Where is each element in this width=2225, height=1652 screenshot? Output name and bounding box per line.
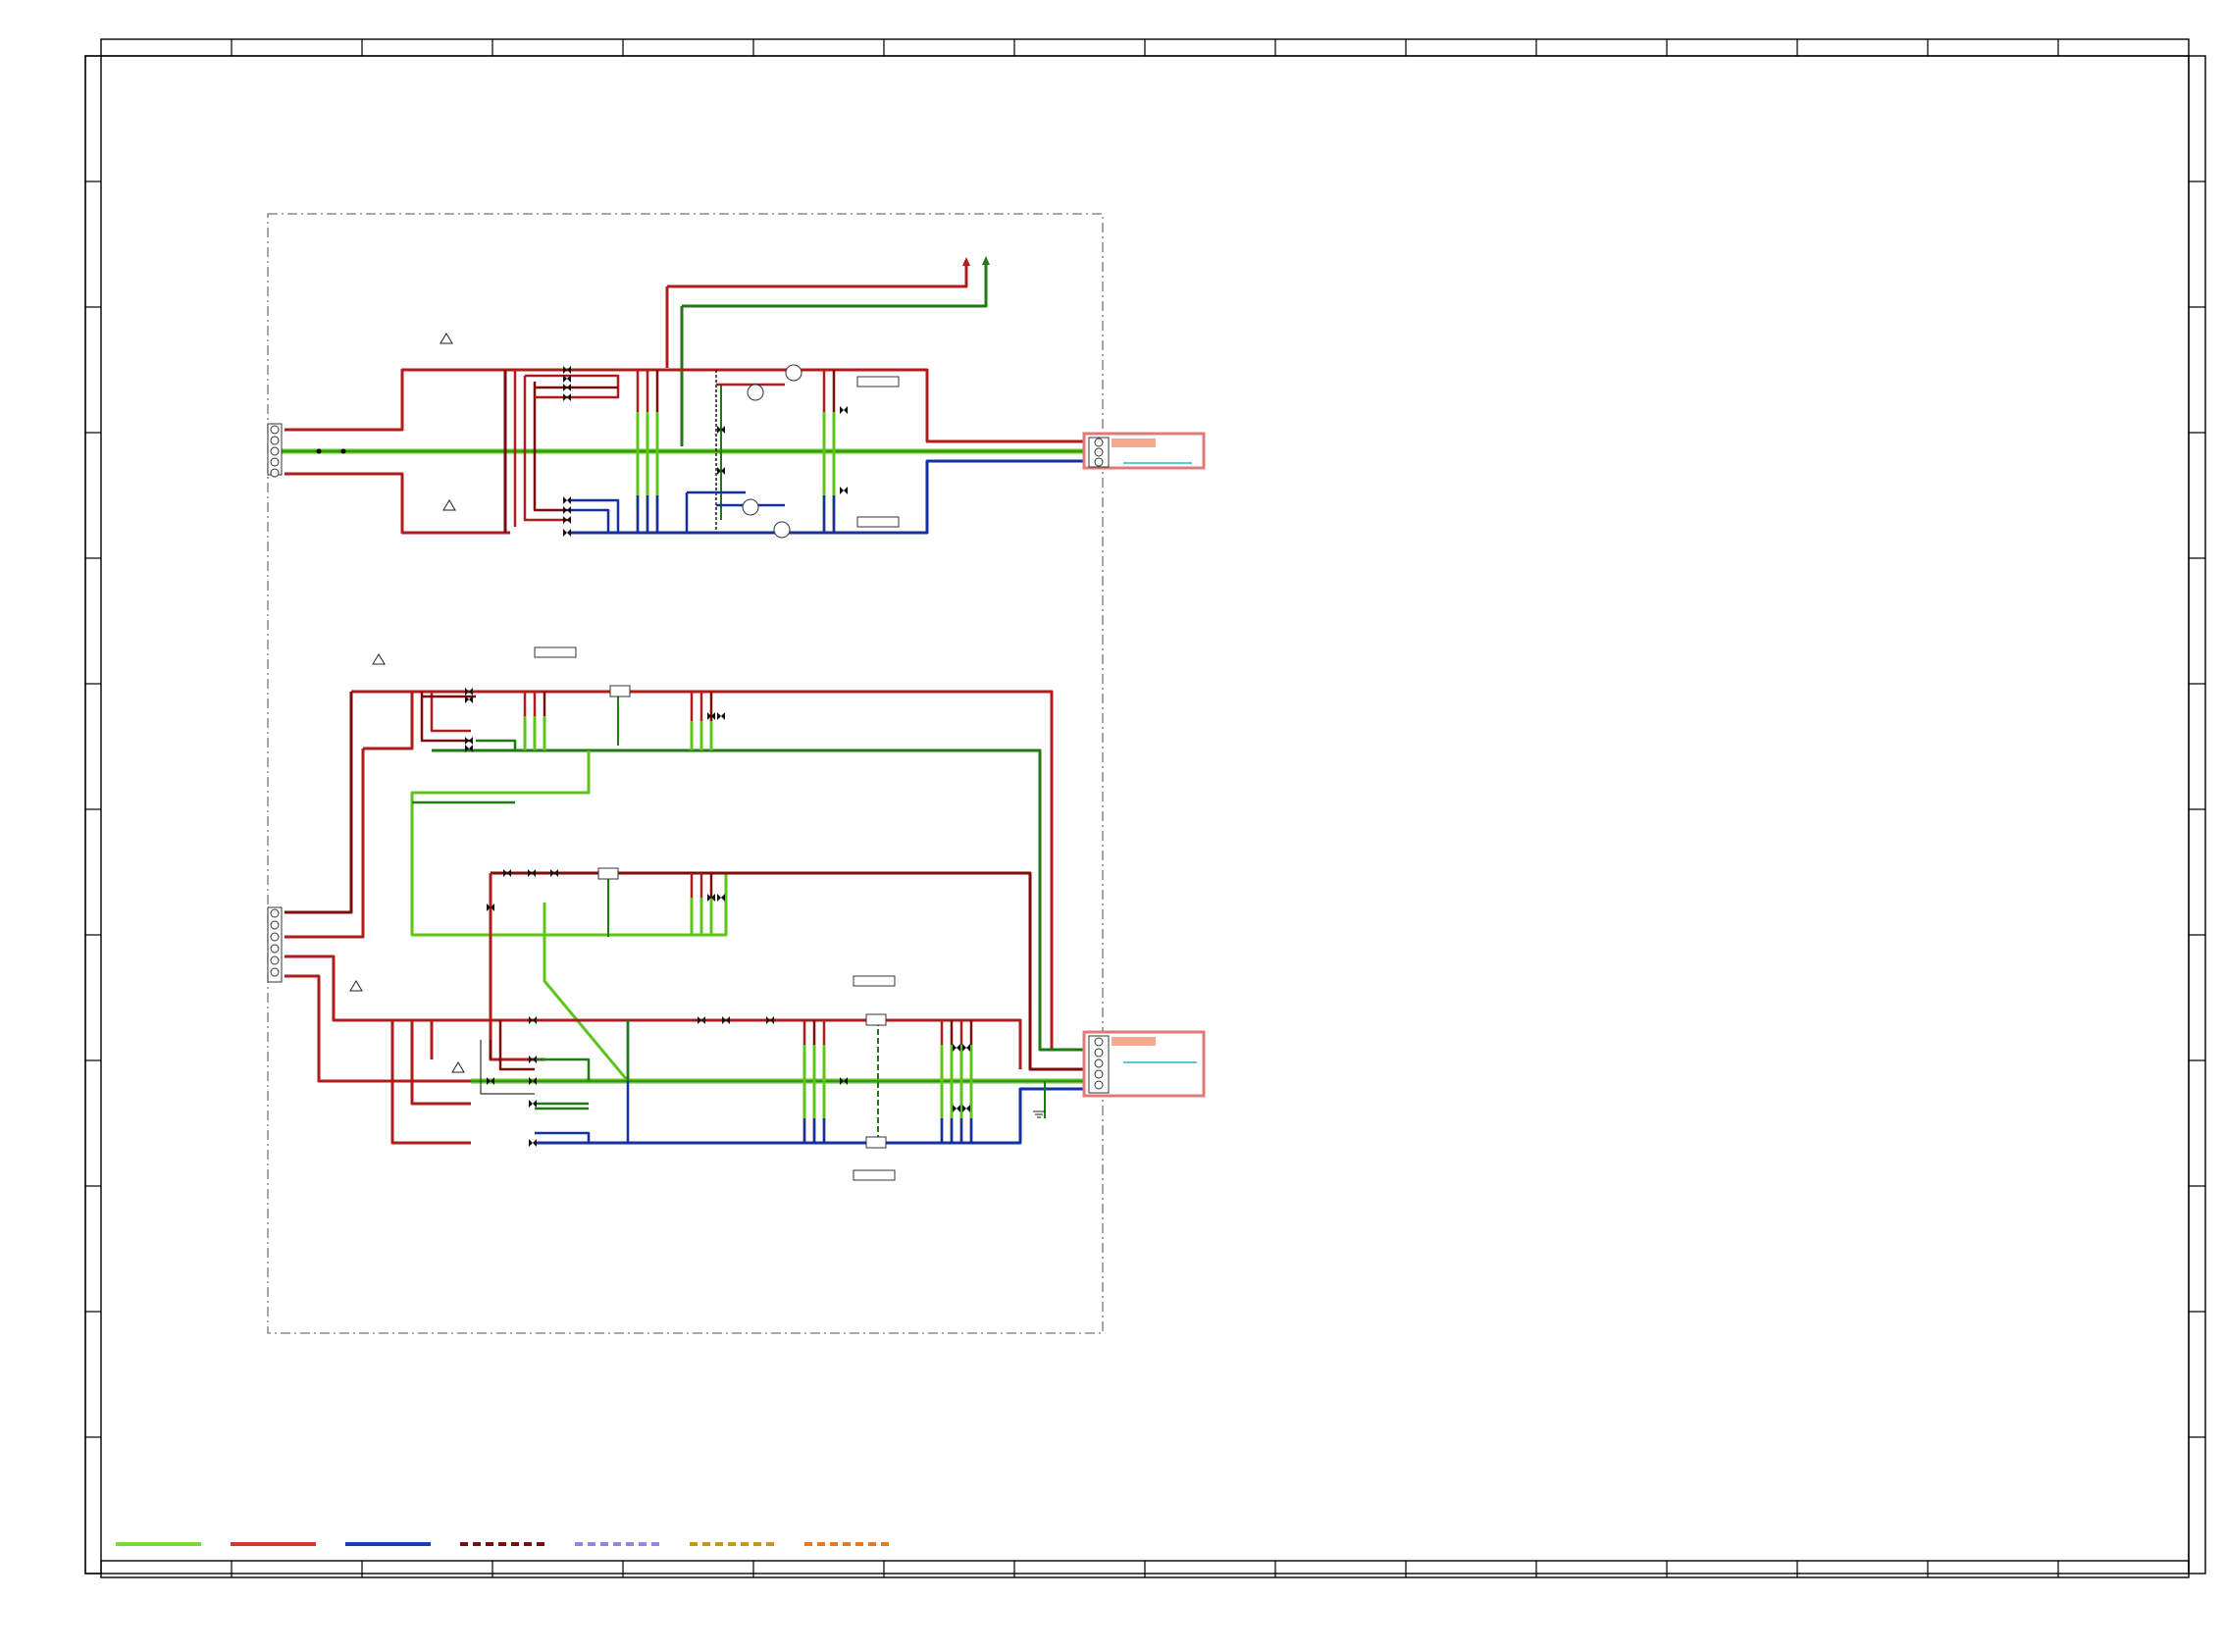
relay-box: [865, 1136, 887, 1149]
valve-icon: [563, 529, 571, 537]
valve-icon: [529, 1100, 537, 1108]
bottom-circuit-components: [267, 646, 1045, 1181]
relay-box: [609, 685, 631, 697]
valve-markers: [465, 366, 970, 1147]
label-box: [534, 646, 577, 658]
valve-icon: [465, 688, 473, 696]
bottom-circuit: [285, 690, 1089, 1145]
valve-icon: [698, 1016, 705, 1024]
connector-right-bottom: [1082, 1030, 1206, 1098]
frame-grid-ticks: [85, 39, 2205, 1577]
valve-icon: [529, 1139, 537, 1147]
relay-box: [597, 867, 619, 880]
valve-icon: [563, 506, 571, 514]
ground-icon: [1033, 1110, 1045, 1118]
valve-icon: [840, 406, 848, 414]
valve-icon: [717, 712, 725, 720]
connector-left-top: [267, 423, 283, 478]
system-boundary: [267, 213, 1104, 1334]
label-box: [856, 516, 900, 528]
warning-triangle-icon: [440, 333, 456, 511]
valve-icon: [550, 869, 558, 877]
label-box: [856, 376, 900, 387]
label-box: [853, 975, 896, 987]
valve-icon: [766, 1016, 774, 1024]
valve-icon: [465, 737, 473, 745]
valve-icon: [840, 1077, 848, 1085]
valve-icon: [487, 1077, 494, 1085]
valve-icon: [563, 516, 571, 524]
valve-icon: [840, 487, 848, 494]
connector-left-bottom: [267, 906, 283, 983]
valve-icon: [563, 393, 571, 401]
valve-icon: [953, 1044, 960, 1052]
valve-icon: [563, 384, 571, 391]
top-circuit-components: [267, 333, 900, 539]
valve-icon: [529, 1016, 537, 1024]
valve-icon: [717, 894, 725, 902]
valve-icon: [563, 366, 571, 374]
valve-icon: [503, 869, 511, 877]
valve-icon: [563, 496, 571, 504]
top-circuit: [277, 256, 1089, 535]
warning-triangle-icon: [349, 653, 465, 1073]
valve-icon: [528, 869, 536, 877]
drawing-frame: [84, 38, 2206, 1578]
valve-icon: [962, 1044, 970, 1052]
label-box: [853, 1169, 896, 1181]
valve-icon: [529, 1077, 537, 1085]
valve-icon: [953, 1105, 960, 1112]
valve-icon: [962, 1105, 970, 1112]
relay-box: [865, 1013, 887, 1026]
valve-icon: [529, 1056, 537, 1063]
schematic-sheet: [84, 38, 2206, 1578]
connector-right-top: [1082, 432, 1206, 470]
valve-icon: [722, 1016, 730, 1024]
